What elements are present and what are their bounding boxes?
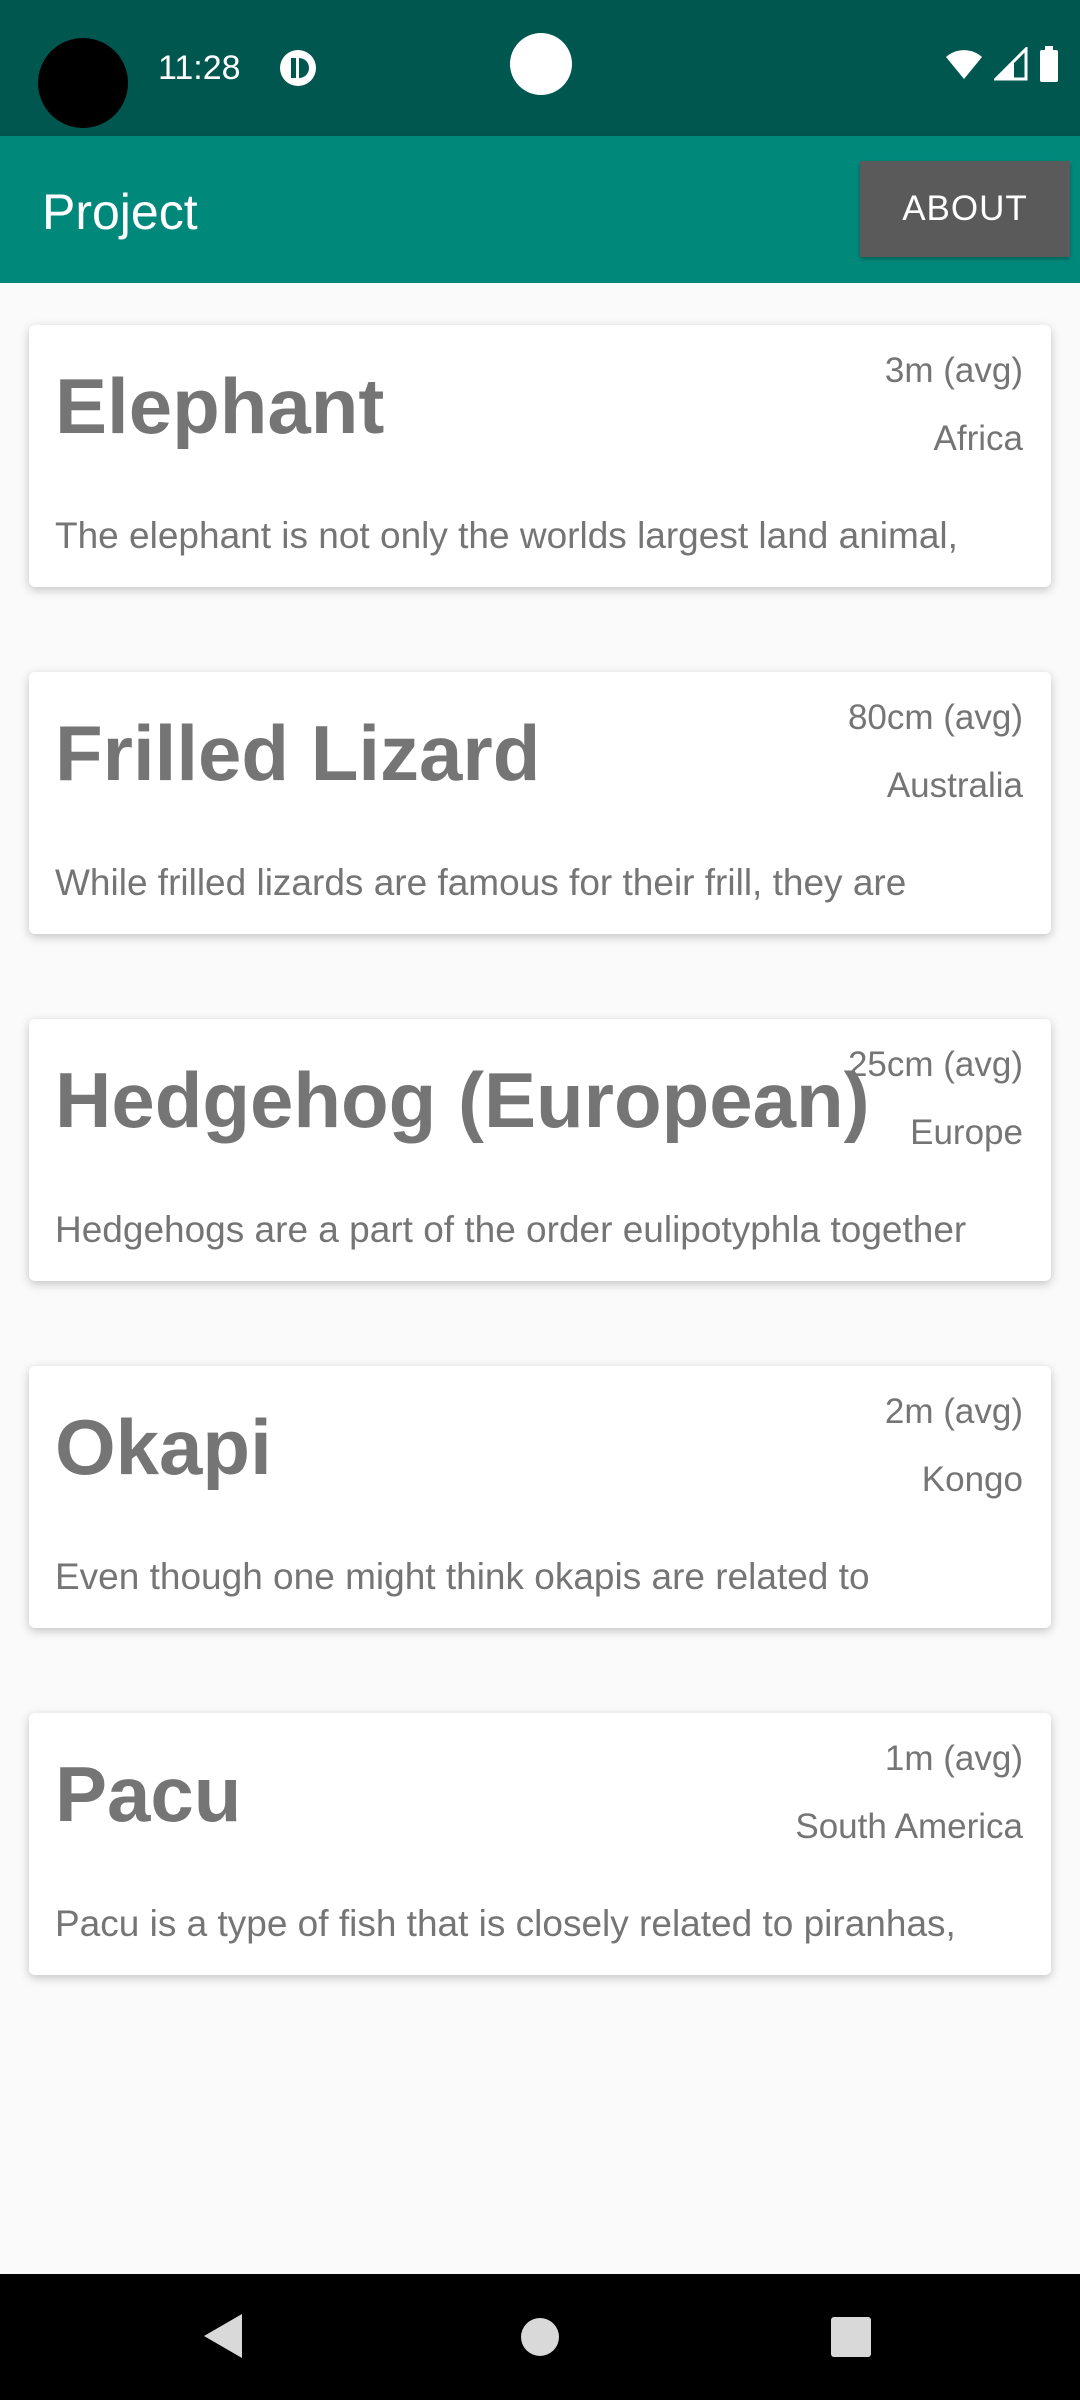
animal-region: South America	[795, 1807, 1023, 1846]
battery-icon	[1038, 46, 1060, 87]
animal-card-elephant[interactable]: Elephant 3m (avg) Africa The elephant is…	[29, 325, 1051, 587]
animal-name: Okapi	[55, 1403, 272, 1491]
animal-card-frilled-lizard[interactable]: Frilled Lizard 80cm (avg) Australia Whil…	[29, 672, 1051, 934]
app-title: Project	[42, 184, 198, 240]
animal-description: The elephant is not only the worlds larg…	[55, 515, 958, 556]
home-icon[interactable]	[521, 2318, 559, 2356]
animal-size: 3m (avg)	[884, 351, 1023, 390]
animal-size: 1m (avg)	[884, 1739, 1023, 1778]
animal-name: Frilled Lizard	[55, 709, 541, 797]
status-icons	[944, 45, 1060, 87]
animal-card-pacu[interactable]: Pacu 1m (avg) South America Pacu is a ty…	[29, 1713, 1051, 1975]
animal-size: 25cm (avg)	[847, 1045, 1023, 1084]
animal-size: 80cm (avg)	[847, 698, 1023, 737]
wifi-icon	[944, 47, 984, 86]
animal-name: Hedgehog (European)	[55, 1056, 870, 1144]
animal-card-hedgehog[interactable]: Hedgehog (European) 25cm (avg) Europe He…	[29, 1019, 1051, 1281]
empty-area	[0, 2018, 1080, 2274]
camera-cutout	[38, 38, 128, 128]
animal-region: Kongo	[921, 1460, 1023, 1499]
animal-name: Elephant	[55, 362, 385, 450]
animal-size: 2m (avg)	[884, 1392, 1023, 1431]
animal-region: Australia	[886, 766, 1023, 805]
animal-name: Pacu	[55, 1750, 242, 1838]
back-icon[interactable]	[204, 2314, 242, 2358]
status-time: 11:28	[158, 49, 241, 87]
signal-icon	[992, 45, 1028, 86]
animal-list[interactable]: Elephant 3m (avg) Africa The elephant is…	[0, 283, 1080, 2018]
animal-description: Hedgehogs are a part of the order eulipo…	[55, 1209, 967, 1250]
animal-region: Europe	[910, 1113, 1023, 1152]
animal-card-okapi[interactable]: Okapi 2m (avg) Kongo Even though one mig…	[29, 1366, 1051, 1628]
notification-dot	[510, 33, 572, 95]
recents-icon[interactable]	[831, 2317, 871, 2357]
animal-description: Pacu is a type of fish that is closely r…	[55, 1903, 956, 1944]
about-button[interactable]: ABOUT	[860, 161, 1070, 257]
animal-description: While frilled lizards are famous for the…	[55, 862, 907, 903]
status-bar: 11:28	[0, 0, 1080, 136]
animal-description: Even though one might think okapis are r…	[55, 1556, 870, 1597]
app-bar: Project ABOUT	[0, 136, 1080, 283]
navigation-bar	[0, 2274, 1080, 2400]
animal-region: Africa	[933, 419, 1023, 458]
app-notification-icon	[278, 48, 318, 88]
